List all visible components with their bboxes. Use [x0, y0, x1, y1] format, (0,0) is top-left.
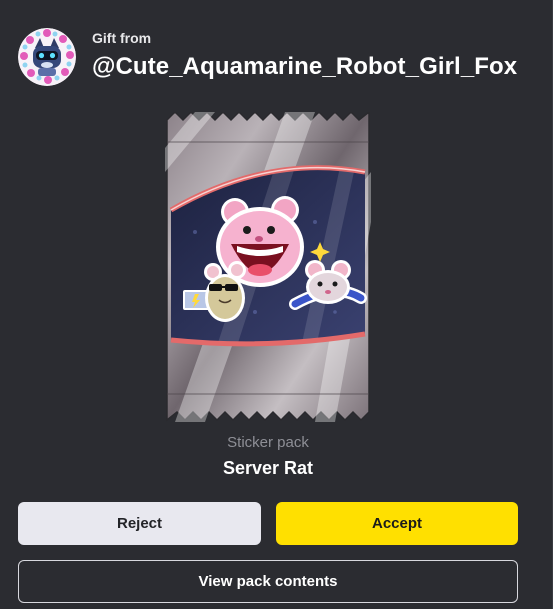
gift-card: Gift from @Cute_Aquamarine_Robot_Girl_Fo… [0, 0, 553, 609]
accept-button[interactable]: Accept [276, 502, 518, 545]
reject-button[interactable]: Reject [18, 502, 261, 545]
sender-username[interactable]: @Cute_Aquamarine_Robot_Girl_Fox [92, 53, 517, 81]
gift-from-label: Gift from [92, 30, 152, 46]
avatar[interactable] [18, 28, 76, 86]
sticker-pack-image[interactable] [165, 110, 371, 422]
pack-type-label: Sticker pack [227, 434, 309, 451]
gift-header: Gift from @Cute_Aquamarine_Robot_Girl_Fo… [18, 28, 538, 88]
robot-fox-avatar-icon [18, 28, 76, 86]
pack-name: Server Rat [222, 458, 314, 478]
view-pack-contents-button[interactable]: View pack contents [18, 560, 518, 603]
sticker-pack-icon [165, 110, 371, 422]
